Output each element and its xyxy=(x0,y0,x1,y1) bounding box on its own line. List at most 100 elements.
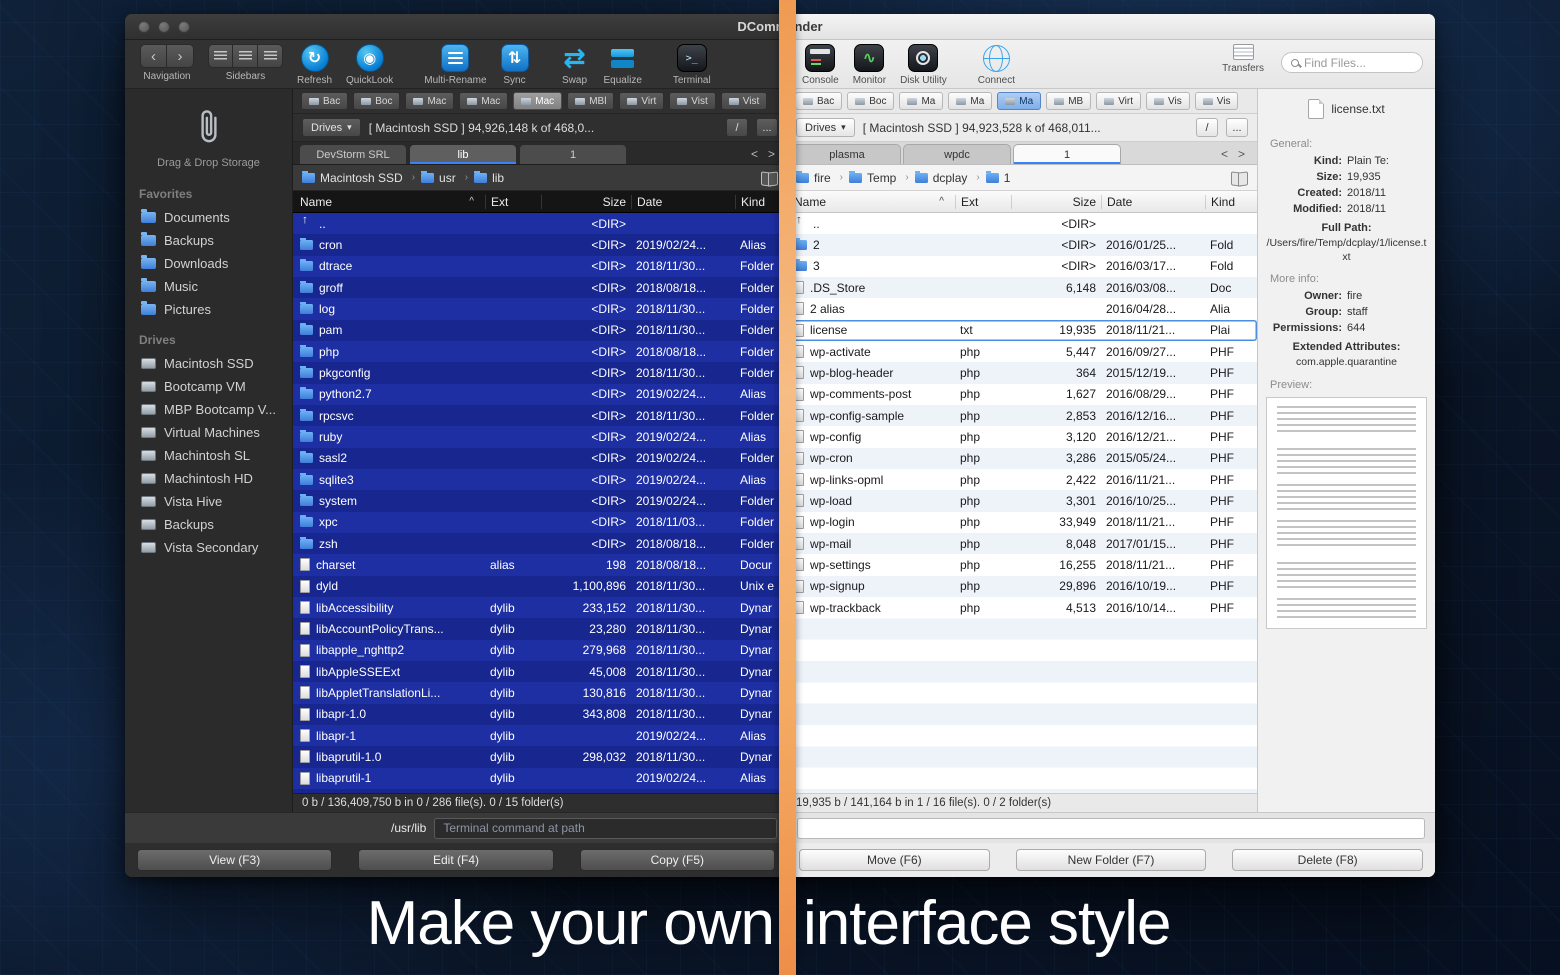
tab[interactable]: plasma xyxy=(793,144,901,164)
bookmarks-icon[interactable] xyxy=(1231,172,1248,184)
sidebar-item[interactable]: Machintosh HD xyxy=(125,467,292,490)
function-button[interactable]: Move (F6) xyxy=(799,849,990,871)
file-row[interactable]: libapr-1 dylib 2019/02/24... Alias xyxy=(293,725,787,746)
sidebar-item[interactable]: Documents xyxy=(125,206,292,229)
file-row[interactable]: log <DIR> 2018/11/30... Folder xyxy=(293,298,787,319)
titlebar[interactable]: DCommander xyxy=(125,14,787,40)
column-name[interactable]: Name^ xyxy=(787,195,955,209)
file-row[interactable]: libAccountPolicyTrans... dylib 23,280 20… xyxy=(293,618,787,639)
file-row[interactable]: sasl2 <DIR> 2019/02/24... Folder xyxy=(293,448,787,469)
drive-chip[interactable]: Ma xyxy=(899,92,943,110)
toolbar-item[interactable]: Disk Utility xyxy=(900,44,947,86)
terminal-command-input[interactable] xyxy=(797,818,1425,839)
toolbar-item[interactable]: Monitor xyxy=(853,44,886,86)
file-row[interactable]: libaprutil-1 dylib 2019/02/24... Alias xyxy=(293,768,787,789)
file-row[interactable]: php <DIR> 2018/08/18... Folder xyxy=(293,341,787,362)
file-row[interactable]: .. <DIR> xyxy=(293,213,787,234)
more-button[interactable]: ... xyxy=(756,118,778,137)
minimize-button[interactable] xyxy=(158,21,170,33)
breadcrumb-item[interactable]: usr › xyxy=(421,171,472,185)
root-button[interactable]: / xyxy=(1196,118,1218,137)
bookmarks-icon[interactable] xyxy=(761,172,778,184)
sidebar-layout-left-icon[interactable] xyxy=(208,44,233,68)
drives-dropdown[interactable]: Drives xyxy=(302,118,361,137)
toolbar-item[interactable]: Console xyxy=(802,44,839,86)
toolbar-item[interactable]: Multi-Rename xyxy=(424,44,486,86)
file-row[interactable]: wp-settings php 16,255 2018/11/21... PHF xyxy=(787,554,1257,575)
column-ext[interactable]: Ext xyxy=(485,195,541,209)
function-button[interactable]: View (F3) xyxy=(137,849,332,871)
function-button[interactable]: Edit (F4) xyxy=(358,849,553,871)
file-row[interactable]: wp-cron php 3,286 2015/05/24... PHF xyxy=(787,448,1257,469)
file-row[interactable]: pam <DIR> 2018/11/30... Folder xyxy=(293,320,787,341)
sidebar-item[interactable]: Backups xyxy=(125,513,292,536)
tab[interactable]: DevStorm SRL xyxy=(299,144,407,164)
file-row[interactable]: 2 <DIR> 2016/01/25... Fold xyxy=(787,234,1257,255)
column-ext[interactable]: Ext xyxy=(955,195,1011,209)
close-button[interactable] xyxy=(138,21,150,33)
column-kind[interactable]: Kind xyxy=(1205,195,1257,209)
drive-chip[interactable]: Mac xyxy=(459,92,508,110)
column-size[interactable]: Size xyxy=(1011,195,1101,209)
file-row[interactable]: xpc <DIR> 2018/11/03... Folder xyxy=(293,512,787,533)
drive-chip[interactable]: Virt xyxy=(1096,92,1141,110)
file-row[interactable]: wp-mail php 8,048 2017/01/15... PHF xyxy=(787,533,1257,554)
drive-chip[interactable]: Vist xyxy=(721,92,768,110)
breadcrumb-item[interactable]: fire › xyxy=(796,171,847,185)
column-name[interactable]: Name^ xyxy=(293,195,485,209)
next-tab-button[interactable]: > xyxy=(768,147,775,161)
tab[interactable]: wpdc xyxy=(903,144,1011,164)
toolbar-item[interactable]: Sync xyxy=(501,44,529,86)
root-button[interactable]: / xyxy=(726,118,748,137)
titlebar[interactable]: DCommander xyxy=(787,14,1435,40)
file-row[interactable]: 2 alias 2016/04/28... Alia xyxy=(787,298,1257,319)
zoom-button[interactable] xyxy=(178,21,190,33)
tab[interactable]: 1 xyxy=(519,144,627,164)
drive-chip[interactable]: Boc xyxy=(353,92,400,110)
tab[interactable]: lib xyxy=(409,144,517,164)
toolbar-item[interactable]: QuickLook xyxy=(346,44,393,86)
drive-chip[interactable]: Bac xyxy=(301,92,348,110)
file-row[interactable]: rpcsvc <DIR> 2018/11/30... Folder xyxy=(293,405,787,426)
file-row[interactable]: wp-links-opml php 2,422 2016/11/21... PH… xyxy=(787,469,1257,490)
file-row[interactable]: pkgconfig <DIR> 2018/11/30... Folder xyxy=(293,362,787,383)
file-row[interactable]: wp-blog-header php 364 2015/12/19... PHF xyxy=(787,362,1257,383)
drives-dropdown[interactable]: Drives xyxy=(796,118,855,137)
drive-chip[interactable]: Ma xyxy=(948,92,992,110)
sidebar-item[interactable]: Downloads xyxy=(125,252,292,275)
file-row[interactable]: .. <DIR> xyxy=(787,213,1257,234)
file-row[interactable]: 3 <DIR> 2016/03/17... Fold xyxy=(787,256,1257,277)
file-row[interactable]: libapr-1.0 dylib 343,808 2018/11/30... D… xyxy=(293,704,787,725)
file-row[interactable]: .DS_Store 6,148 2016/03/08... Doc xyxy=(787,277,1257,298)
column-date[interactable]: Date xyxy=(631,195,735,209)
breadcrumb-item[interactable]: dcplay › xyxy=(915,171,984,185)
sidebar-item[interactable]: Backups xyxy=(125,229,292,252)
file-row[interactable]: sqlite3 <DIR> 2019/02/24... Alias xyxy=(293,469,787,490)
drive-chip[interactable]: Ma xyxy=(997,92,1041,110)
search-input[interactable] xyxy=(1304,56,1413,70)
drive-chip[interactable]: MB xyxy=(1046,92,1091,110)
drive-chip[interactable]: Vist xyxy=(669,92,716,110)
function-button[interactable]: Delete (F8) xyxy=(1232,849,1423,871)
drag-drop-storage[interactable]: Drag & Drop Storage xyxy=(135,99,282,169)
file-row[interactable]: wp-login php 33,949 2018/11/21... PHF xyxy=(787,512,1257,533)
file-row[interactable]: wp-config-sample php 2,853 2016/12/16...… xyxy=(787,405,1257,426)
sidebar-layout-both-icon[interactable] xyxy=(233,44,258,68)
file-row[interactable]: wp-activate php 5,447 2016/09/27... PHF xyxy=(787,341,1257,362)
file-row[interactable]: python2.7 <DIR> 2019/02/24... Alias xyxy=(293,384,787,405)
file-row[interactable]: wp-config php 3,120 2016/12/21... PHF xyxy=(787,426,1257,447)
sidebar-item[interactable]: Bootcamp VM xyxy=(125,375,292,398)
file-row[interactable]: zsh <DIR> 2018/08/18... Folder xyxy=(293,533,787,554)
file-row[interactable]: license txt 19,935 2018/11/21... Plai xyxy=(787,320,1257,341)
file-row[interactable]: libaprutil-1.0 dylib 298,032 2018/11/30.… xyxy=(293,746,787,767)
terminal-command-input[interactable] xyxy=(434,818,777,839)
next-tab-button[interactable]: > xyxy=(1238,147,1245,161)
file-row[interactable]: libAppleSSEExt dylib 45,008 2018/11/30..… xyxy=(293,661,787,682)
drive-chip[interactable]: Vis xyxy=(1146,92,1190,110)
file-row[interactable]: wp-signup php 29,896 2016/10/19... PHF xyxy=(787,576,1257,597)
toolbar-item[interactable]: Terminal xyxy=(673,44,711,86)
function-button[interactable]: Copy (F5) xyxy=(580,849,775,871)
toolbar-item[interactable]: Swap xyxy=(560,44,590,86)
prev-tab-button[interactable]: < xyxy=(1221,147,1228,161)
toolbar-item[interactable]: Connect xyxy=(978,44,1015,86)
